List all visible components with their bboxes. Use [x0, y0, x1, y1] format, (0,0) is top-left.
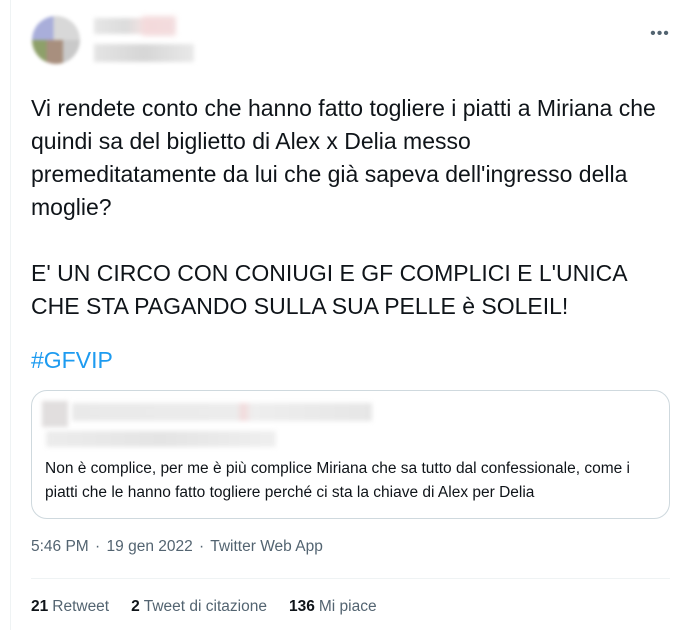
tweet-source[interactable]: Twitter Web App — [210, 538, 323, 555]
retweet-count: 21 — [31, 598, 49, 615]
quoted-author-blurred — [72, 403, 372, 421]
tweet-metadata: 5:46 PM · 19 gen 2022 · Twitter Web App — [31, 538, 325, 556]
hashtag-link[interactable]: #GFVIP — [31, 344, 113, 377]
tweet-stats: 21 Retweet 2 Tweet di citazione 136 Mi piac… — [31, 598, 377, 616]
divider — [31, 578, 670, 579]
display-name-emoji-blurred — [142, 16, 176, 36]
more-options-button[interactable]: ••• — [646, 20, 674, 48]
tweet-date[interactable]: 19 gen 2022 — [107, 538, 193, 555]
retweet-stat[interactable]: 21 Retweet — [31, 598, 109, 616]
quoted-handle-blurred — [46, 431, 276, 447]
quoted-avatar-blurred — [42, 401, 68, 427]
like-count: 136 — [288, 598, 315, 615]
meta-separator: · — [199, 538, 205, 555]
quote-label: Tweet di citazione — [143, 598, 267, 615]
like-stat[interactable]: 136 Mi piace — [289, 598, 377, 616]
tweet-text: Vi rendete conto che hanno fatto toglier… — [31, 95, 656, 319]
quote-stat[interactable]: 2 Tweet di citazione — [131, 598, 267, 616]
meta-separator: · — [95, 538, 101, 555]
quote-count: 2 — [131, 598, 140, 615]
quoted-tweet[interactable]: Non è complice, per me è più complice Mi… — [31, 390, 670, 519]
username-blurred[interactable] — [94, 44, 194, 62]
more-horizontal-icon: ••• — [650, 25, 670, 42]
tweet-time[interactable]: 5:46 PM — [31, 538, 89, 555]
retweet-label: Retweet — [52, 598, 110, 615]
quoted-tweet-text: Non è complice, per me è più complice Mi… — [45, 460, 630, 501]
like-label: Mi piace — [318, 598, 377, 615]
avatar[interactable] — [32, 16, 80, 64]
